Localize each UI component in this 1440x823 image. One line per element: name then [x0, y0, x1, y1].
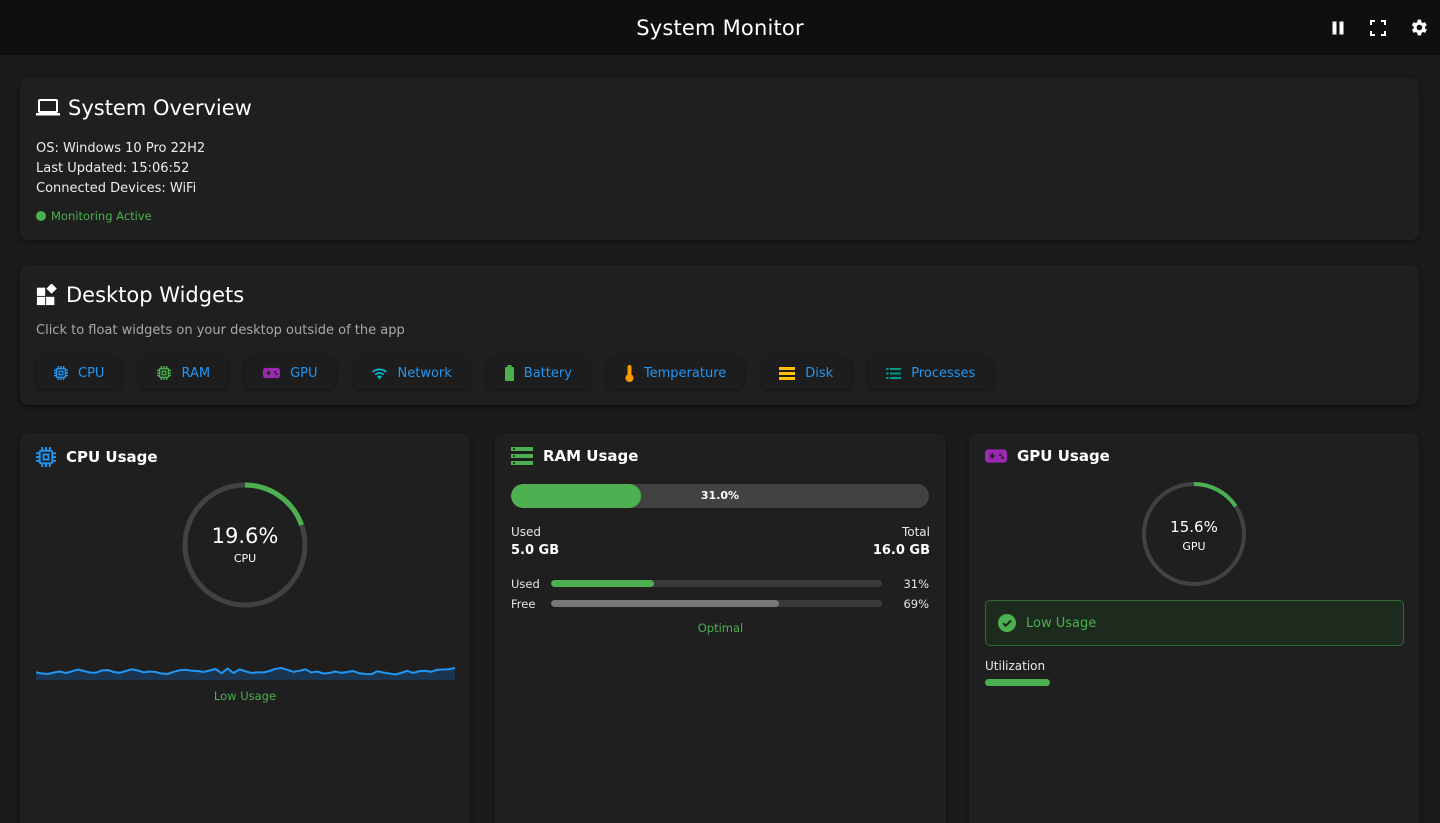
- ram-row-percent: 69%: [903, 597, 929, 611]
- storage-icon: [511, 447, 533, 465]
- fullscreen-button[interactable]: [1366, 16, 1390, 40]
- ram-usage-bar: 31.0%: [511, 484, 929, 508]
- widgets-icon: [36, 284, 57, 306]
- monitoring-status: Monitoring Active: [36, 209, 152, 223]
- cpu-gauge: 19.6% CPU: [180, 480, 310, 610]
- gpu-gauge-label: GPU: [1182, 540, 1206, 553]
- cpu-history-chart: [36, 666, 455, 680]
- laptop-icon: [36, 99, 60, 116]
- cpu-usage-panel: CPU Usage 19.6% CPU Low Usage: [20, 433, 470, 823]
- desktop-widgets-card: Desktop Widgets Click to float widgets o…: [20, 265, 1419, 405]
- widget-chip-gpu[interactable]: GPU: [245, 357, 336, 389]
- ram-row-fill: [551, 600, 780, 607]
- cpu-chip-icon: [36, 447, 56, 467]
- desktop-widgets-subtitle: Click to float widgets on your desktop o…: [36, 323, 405, 338]
- cpu-chip-icon: [54, 366, 68, 380]
- widget-chip-temperature[interactable]: Temperature: [606, 357, 745, 389]
- settings-button[interactable]: [1406, 16, 1430, 40]
- ram-row-track: [551, 600, 882, 607]
- ram-usage-bar-text: 31.0%: [700, 489, 740, 502]
- desktop-widgets-title: Desktop Widgets: [66, 283, 245, 307]
- ram-used-label: Used: [511, 525, 542, 539]
- wifi-icon: [371, 368, 387, 379]
- cpu-percent: 19.6%: [211, 524, 279, 548]
- widget-chip-network[interactable]: Network: [352, 357, 470, 389]
- fullscreen-icon: [1370, 19, 1386, 36]
- monitoring-status-text: Monitoring Active: [51, 209, 152, 223]
- widget-chip-label: Battery: [523, 365, 572, 381]
- header-actions: [1326, 0, 1430, 55]
- battery-icon: [504, 365, 514, 381]
- gpu-usage-title: GPU Usage: [1017, 447, 1110, 465]
- widget-chip-label: Temperature: [643, 365, 727, 381]
- system-overview-card: System Overview OS: Windows 10 Pro 22H2 …: [20, 78, 1419, 240]
- widget-chip-ram[interactable]: RAM: [139, 357, 229, 389]
- gamepad-icon: [985, 449, 1007, 463]
- gpu-usage-panel: GPU Usage 15.6% GPU Low Usage Utilizatio…: [969, 433, 1419, 823]
- ram-row-fill: [551, 580, 654, 587]
- storage-icon: [779, 366, 796, 380]
- connected-devices: Connected Devices: WiFi: [36, 181, 197, 196]
- ram-status: Optimal: [697, 621, 744, 635]
- app-title: System Monitor: [636, 15, 804, 40]
- gear-icon: [1411, 19, 1427, 36]
- ram-usage-panel: RAM Usage 31.0% Used 5.0 GB Total 16.0 G…: [495, 433, 946, 823]
- ram-total-value: 16.0 GB: [872, 543, 930, 558]
- ram-row-label: Free: [511, 597, 536, 611]
- widget-chip-processes[interactable]: Processes: [868, 357, 994, 389]
- pause-button[interactable]: [1326, 16, 1350, 40]
- widget-chip-list: CPU RAM GPU Network Battery Temperature …: [36, 357, 1010, 389]
- system-overview-title: System Overview: [68, 96, 252, 120]
- ram-free-row: Free 69%: [511, 597, 929, 611]
- widget-chip-label: Disk: [805, 365, 834, 381]
- widget-chip-cpu[interactable]: CPU: [36, 357, 123, 389]
- widget-chip-label: Processes: [911, 365, 976, 381]
- gpu-usage-header: GPU Usage: [985, 447, 1110, 465]
- last-updated: Last Updated: 15:06:52: [36, 161, 190, 176]
- list-icon: [886, 367, 902, 379]
- widget-chip-label: CPU: [78, 365, 105, 381]
- memory-chip-icon: [157, 366, 172, 380]
- gpu-low-usage-alert: Low Usage: [985, 600, 1404, 646]
- cpu-usage-header: CPU Usage: [36, 447, 158, 467]
- gpu-alert-text: Low Usage: [1026, 615, 1097, 631]
- gpu-percent: 15.6%: [1170, 518, 1218, 536]
- ram-usage-header: RAM Usage: [511, 447, 638, 465]
- widget-chip-label: RAM: [181, 365, 211, 381]
- cpu-usage-title: CPU Usage: [66, 448, 158, 466]
- status-dot-icon: [36, 211, 46, 221]
- ram-row-percent: 31%: [903, 577, 929, 591]
- gpu-gauge: 15.6% GPU: [1140, 480, 1248, 588]
- ram-total-label: Total: [901, 525, 930, 539]
- ram-row-label: Used: [511, 577, 540, 591]
- widget-chip-label: Network: [397, 365, 452, 381]
- widget-chip-disk[interactable]: Disk: [761, 357, 852, 389]
- system-overview-header: System Overview: [36, 96, 252, 120]
- gamepad-icon: [263, 367, 281, 379]
- app-header: System Monitor: [0, 0, 1440, 55]
- ram-row-track: [551, 580, 882, 587]
- ram-used-value: 5.0 GB: [511, 543, 560, 558]
- gpu-utilization-bar: [985, 679, 1050, 686]
- ram-usage-title: RAM Usage: [543, 447, 639, 465]
- cpu-status: Low Usage: [213, 689, 277, 703]
- desktop-widgets-header: Desktop Widgets: [36, 283, 244, 307]
- os-info: OS: Windows 10 Pro 22H2: [36, 141, 206, 156]
- gpu-utilization-label: Utilization: [985, 659, 1046, 673]
- cpu-gauge-label: CPU: [233, 552, 257, 565]
- widget-chip-battery[interactable]: Battery: [486, 357, 590, 389]
- ram-used-row: Used 31%: [511, 577, 929, 591]
- widget-chip-label: GPU: [290, 365, 318, 381]
- pause-icon: [1332, 21, 1344, 34]
- thermometer-icon: [625, 364, 634, 382]
- check-circle-icon: [998, 614, 1016, 632]
